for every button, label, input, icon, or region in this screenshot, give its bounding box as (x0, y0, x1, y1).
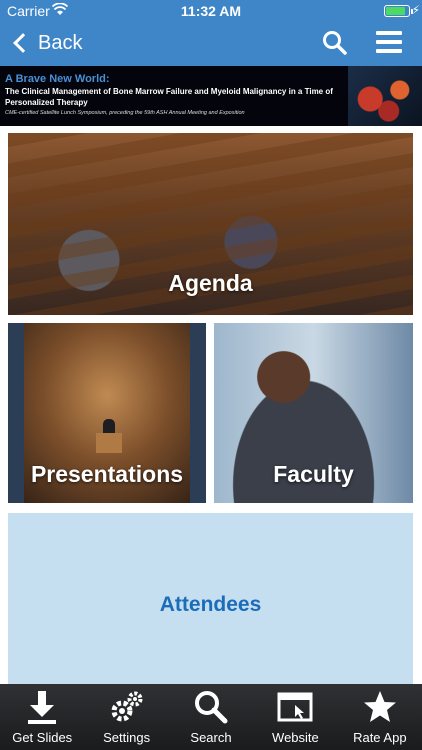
settings-button[interactable]: Settings (84, 684, 168, 750)
faculty-tile[interactable]: Faculty (214, 323, 413, 503)
search-icon (195, 691, 228, 724)
presentations-label: Presentations (30, 461, 184, 487)
rate-app-button[interactable]: Rate App (338, 684, 422, 750)
website-label: Website (272, 730, 319, 745)
rate-app-label: Rate App (353, 730, 407, 745)
top-bar: Carrier 11:32 AM ⚡ Back (0, 0, 422, 66)
banner-subtitle: The Clinical Management of Bone Marrow F… (5, 87, 333, 107)
presentations-tile[interactable]: Presentations (8, 323, 206, 503)
settings-label: Settings (103, 730, 151, 745)
charging-icon: ⚡ (411, 3, 420, 17)
status-bar: Carrier 11:32 AM ⚡ (0, 0, 422, 22)
browser-icon (277, 692, 313, 722)
agenda-label: Agenda (168, 270, 253, 296)
attendees-tile[interactable]: Attendees (8, 513, 413, 693)
search-icon[interactable] (322, 30, 348, 56)
chevron-left-icon (13, 33, 33, 53)
star-icon (363, 691, 396, 722)
event-banner: A Brave New World: The Clinical Manageme… (0, 66, 422, 126)
bottom-toolbar: Get Slides Settings Search Website Rate … (0, 684, 422, 750)
back-button[interactable]: Back (10, 28, 82, 58)
get-slides-button[interactable]: Get Slides (0, 684, 84, 750)
search-label: Search (190, 730, 232, 745)
attendees-label: Attendees (159, 593, 262, 616)
status-time: 11:32 AM (180, 3, 242, 19)
banner-artwork (348, 66, 422, 126)
website-button[interactable]: Website (253, 684, 337, 750)
get-slides-label: Get Slides (12, 730, 73, 745)
podium (96, 433, 122, 453)
battery-icon (384, 5, 410, 17)
search-tab-button[interactable]: Search (169, 684, 253, 750)
back-label: Back (38, 31, 83, 54)
download-icon (28, 691, 57, 724)
faculty-label: Faculty (273, 461, 354, 487)
banner-note: CME-certified Satellite Lunch Symposium,… (5, 110, 245, 116)
menu-icon[interactable] (376, 31, 402, 55)
gear-icon (111, 691, 143, 722)
banner-title: A Brave New World: (5, 73, 110, 85)
agenda-tile[interactable]: Agenda (8, 133, 413, 315)
